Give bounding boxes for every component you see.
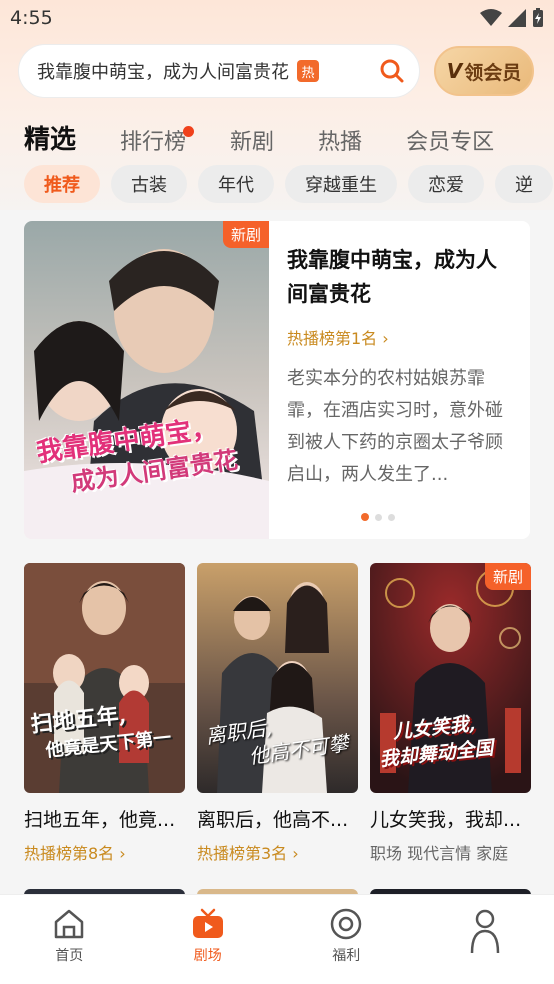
top-tabs: 精选 排行榜 新剧 热播 会员专区 xyxy=(24,116,538,156)
featured-description: 老实本分的农村姑娘苏霏霏，在酒店实习时，意外碰到被人下药的京圈太子爷顾启山，两人… xyxy=(287,368,503,485)
tab-vip-zone[interactable]: 会员专区 xyxy=(406,124,494,156)
battery-icon xyxy=(533,8,543,27)
featured-title[interactable]: 我靠腹中萌宝，成为人间富贵花 xyxy=(287,243,512,311)
tab-ranking[interactable]: 排行榜 xyxy=(120,124,195,156)
chip-time-travel[interactable]: 穿越重生 xyxy=(285,165,397,203)
drama-rank[interactable]: 热播榜第3名 › xyxy=(197,840,358,864)
vip-label: 领会员 xyxy=(464,61,522,84)
signal-icon xyxy=(508,9,526,27)
welfare-icon xyxy=(331,908,362,940)
chevron-right-icon: › xyxy=(119,844,126,863)
wifi-icon xyxy=(480,9,502,26)
notification-dot xyxy=(183,126,195,137)
carousel-indicator xyxy=(361,513,395,521)
nav-home-label: 首页 xyxy=(55,948,84,964)
chip-era[interactable]: 年代 xyxy=(198,165,274,203)
drama-card[interactable]: 离职后, 他高不可攀 离职后，他高不... 热播榜第3名 › xyxy=(197,563,358,864)
chevron-right-icon: › xyxy=(382,329,389,348)
nav-profile[interactable] xyxy=(416,895,554,984)
search-row: 我靠腹中萌宝，成为人间富贵花 热 V 领会员 xyxy=(18,44,538,98)
drama-title: 离职后，他高不... xyxy=(197,809,349,831)
search-box[interactable]: 我靠腹中萌宝，成为人间富贵花 热 xyxy=(18,44,420,98)
home-icon xyxy=(55,909,84,939)
nav-theater-label: 剧场 xyxy=(193,948,222,964)
status-bar: 4:55 xyxy=(0,0,554,36)
featured-rank[interactable]: 热播榜第1名 › xyxy=(287,325,512,349)
chip-costume[interactable]: 古装 xyxy=(111,165,187,203)
chip-romance[interactable]: 恋爱 xyxy=(408,165,484,203)
tab-featured[interactable]: 精选 xyxy=(24,119,76,156)
vip-v-icon: V xyxy=(446,59,463,83)
drama-title: 儿女笑我，我却... xyxy=(370,809,522,831)
drama-tags: 职场 现代言情 家庭 xyxy=(370,844,509,863)
new-badge: 新剧 xyxy=(222,221,269,248)
drama-rank-label: 热播榜第3名 xyxy=(197,844,288,863)
carousel-dot-active xyxy=(361,513,369,521)
carousel-dot xyxy=(388,513,395,521)
search-query-text: 我靠腹中萌宝，成为人间富贵花 xyxy=(37,62,289,83)
drama-title: 扫地五年，他竟... xyxy=(24,809,176,831)
carousel-dot xyxy=(375,513,382,521)
drama-card[interactable]: 扫地五年, 他竟是天下第一 扫地五年，他竟... 热播榜第8名 › xyxy=(24,563,185,864)
bottom-nav: 首页 剧场 福利 xyxy=(0,894,554,984)
chevron-right-icon: › xyxy=(292,844,299,863)
vip-button[interactable]: V 领会员 xyxy=(434,46,534,96)
featured-poster[interactable]: 我靠腹中萌宝， 成为人间富贵花 新剧 xyxy=(24,221,269,539)
theater-icon xyxy=(192,908,223,938)
drama-card[interactable]: 儿女笑我, 我却舞动全国 新剧 儿女笑我，我却... 职场 现代言情 家庭 xyxy=(370,563,531,864)
search-icon[interactable] xyxy=(379,58,405,84)
hot-badge: 热 xyxy=(297,60,319,82)
drama-grid: 扫地五年, 他竟是天下第一 扫地五年，他竟... 热播榜第8名 › 离职后, 他… xyxy=(24,563,531,864)
profile-icon xyxy=(470,909,499,954)
tab-new[interactable]: 新剧 xyxy=(230,124,274,156)
featured-rank-label: 热播榜第1名 xyxy=(287,329,378,348)
new-badge: 新剧 xyxy=(484,563,531,590)
drama-poster[interactable]: 离职后, 他高不可攀 xyxy=(197,563,358,793)
featured-card[interactable]: 我靠腹中萌宝， 成为人间富贵花 新剧 我靠腹中萌宝，成为人间富贵花 热播榜第1名… xyxy=(24,221,530,539)
tab-hot[interactable]: 热播 xyxy=(318,124,362,156)
drama-poster[interactable]: 儿女笑我, 我却舞动全国 新剧 xyxy=(370,563,531,793)
tab-ranking-label: 排行榜 xyxy=(120,130,187,155)
nav-welfare[interactable]: 福利 xyxy=(277,895,416,984)
nav-home[interactable]: 首页 xyxy=(0,895,139,984)
status-icons xyxy=(480,8,544,28)
nav-welfare-label: 福利 xyxy=(332,948,361,964)
drama-rank[interactable]: 热播榜第8名 › xyxy=(24,840,185,864)
nav-theater[interactable]: 剧场 xyxy=(139,895,278,984)
drama-rank-label: 热播榜第8名 xyxy=(24,844,115,863)
drama-poster[interactable]: 扫地五年, 他竟是天下第一 xyxy=(24,563,185,793)
category-chips: 推荐 古装 年代 穿越重生 恋爱 逆 xyxy=(24,165,554,203)
status-time: 4:55 xyxy=(10,7,53,29)
featured-info: 我靠腹中萌宝，成为人间富贵花 热播榜第1名 › 老实本分的农村姑娘苏霏霏，在酒店… xyxy=(269,221,530,539)
chip-reverse[interactable]: 逆 xyxy=(495,165,553,203)
chip-recommend[interactable]: 推荐 xyxy=(24,165,100,203)
